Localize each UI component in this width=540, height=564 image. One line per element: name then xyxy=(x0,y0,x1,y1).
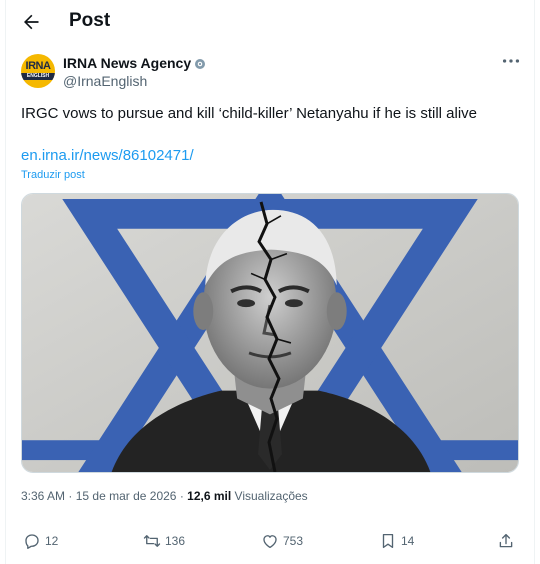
repost-count: 136 xyxy=(165,534,186,548)
arrow-left-icon xyxy=(24,14,39,30)
avatar-logo-subtext: ENGLISH xyxy=(21,73,55,80)
post-text: IRGC vows to pursue and kill ‘child-kill… xyxy=(21,105,478,122)
author-name-row[interactable]: IRNA News Agency xyxy=(63,55,206,72)
author-handle[interactable]: @IrnaEnglish xyxy=(63,73,147,90)
translate-post-link[interactable]: Traduzir post xyxy=(21,169,85,182)
back-button[interactable] xyxy=(18,9,44,35)
views-label: Visualizações xyxy=(234,489,308,503)
like-button[interactable]: 753 xyxy=(261,528,303,554)
heart-icon xyxy=(263,535,277,549)
post-time[interactable]: 3:36 AM xyxy=(21,489,65,503)
reply-button[interactable]: 12 xyxy=(23,528,58,554)
bookmark-icon xyxy=(382,533,394,549)
avatar[interactable]: IRNA ENGLISH xyxy=(21,54,55,88)
action-bar: 12 136 753 14 xyxy=(21,528,521,554)
author-name[interactable]: IRNA News Agency xyxy=(63,55,191,72)
like-count: 753 xyxy=(283,534,304,548)
bookmark-button[interactable]: 14 xyxy=(379,528,414,554)
more-dots-icon xyxy=(502,59,520,63)
views-count: 12,6 mil xyxy=(187,489,232,503)
avatar-logo-text: IRNA xyxy=(25,60,51,72)
reply-count: 12 xyxy=(45,534,59,548)
share-icon xyxy=(499,533,513,548)
more-options-button[interactable] xyxy=(500,55,522,71)
repost-button[interactable]: 136 xyxy=(143,528,185,554)
bookmark-count: 14 xyxy=(401,534,415,548)
meta-separator: · xyxy=(68,489,73,503)
post-image[interactable] xyxy=(21,193,519,473)
meta-separator: · xyxy=(179,489,184,503)
share-button[interactable] xyxy=(497,528,515,554)
top-bar: Post xyxy=(0,0,540,44)
government-badge-icon xyxy=(195,58,206,69)
post-link[interactable]: en.irna.ir/news/86102471/ xyxy=(21,146,194,166)
page-title: Post xyxy=(69,10,111,31)
cracked-portrait-image xyxy=(22,194,518,472)
post-date[interactable]: 15 de mar de 2026 xyxy=(76,489,177,503)
repost-icon xyxy=(143,535,161,547)
post-metadata: 3:36 AM · 15 de mar de 2026 · 12,6 mil V… xyxy=(21,488,308,504)
reply-icon xyxy=(25,534,39,549)
